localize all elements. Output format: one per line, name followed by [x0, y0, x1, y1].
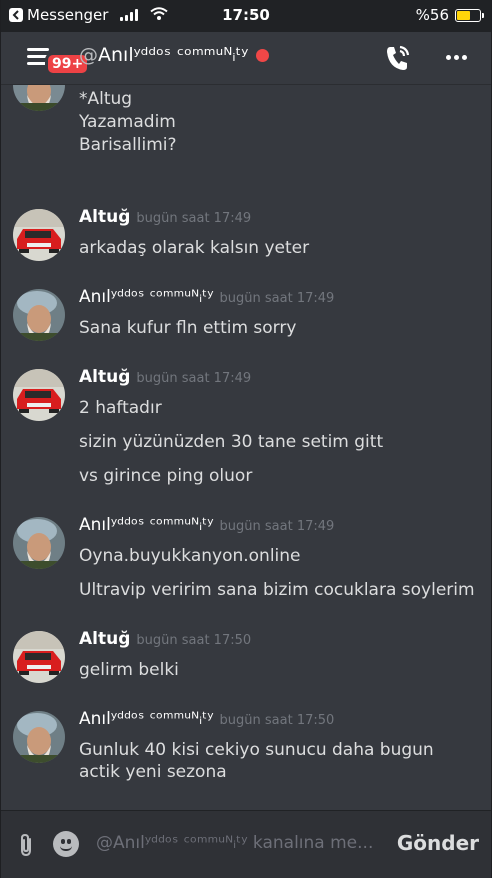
- message-text: vs girince ping oluor: [79, 466, 253, 486]
- message-header: Anılʸᵈᵈᵒˢ ᶜᵒᵐᵐᵘᴺᵢᵗʸ bugün saat 17:50: [79, 709, 334, 729]
- message-text: Ultravip veririm sana bizim cocuklara so…: [79, 580, 475, 600]
- message-list: *Altug Yazamadim Barisallimi? Altuğ bugü…: [1, 85, 491, 810]
- message-text: Barisallimi?: [79, 135, 177, 155]
- channel-title[interactable]: @ Anılʸᵈᵈᵒˢ ᶜᵒᵐᵐᵘᴺᵢᵗʸ: [79, 44, 270, 66]
- avatar[interactable]: [13, 209, 65, 261]
- message-text: gelirm belki: [79, 660, 179, 680]
- avatar[interactable]: [13, 711, 65, 763]
- message-text: Gunluk 40 kisi cekiyo sunucu daha bugun …: [79, 740, 434, 782]
- message-header: Anılʸᵈᵈᵒˢ ᶜᵒᵐᵐᵘᴺᵢᵗʸ bugün saat 17:49: [79, 287, 334, 307]
- channel-header: 99+ @ Anılʸᵈᵈᵒˢ ᶜᵒᵐᵐᵘᴺᵢᵗʸ: [1, 32, 491, 85]
- avatar[interactable]: [13, 517, 65, 569]
- message-text: arkadaş olarak kalsın yeter: [79, 238, 310, 258]
- avatar[interactable]: [13, 289, 65, 341]
- battery-icon: [455, 8, 484, 22]
- message-composer: @Anılʸᵈᵈᵒˢ ᶜᵒᵐᵐᵘᴺᵢᵗʸ kanalına me... Gönd…: [1, 810, 491, 878]
- message-header: Altuğ bugün saat 17:49: [79, 367, 251, 387]
- phone-screen: Messenger 17:50 %56 99+ @ Anılʸᵈᵈᵒˢ ᶜᵒᵐᵐ…: [0, 0, 492, 878]
- avatar[interactable]: [13, 85, 65, 111]
- message-text: sizin yüzünüzden 30 tane setim gitt: [79, 432, 384, 452]
- attachment-icon[interactable]: [17, 833, 35, 861]
- emoji-icon[interactable]: [53, 831, 79, 857]
- message-text: Oyna.buyukkanyon.online: [79, 546, 301, 566]
- status-bar: Messenger 17:50 %56: [1, 0, 491, 32]
- message-input[interactable]: @Anılʸᵈᵈᵒˢ ᶜᵒᵐᵐᵘᴺᵢᵗʸ kanalına me...: [96, 833, 401, 853]
- battery-percent: %56: [415, 6, 449, 24]
- message-text: *Altug: [79, 89, 133, 109]
- phone-call-icon[interactable]: [385, 44, 411, 76]
- send-button[interactable]: Gönder: [397, 831, 479, 855]
- author-name[interactable]: Anılʸᵈᵈᵒˢ ᶜᵒᵐᵐᵘᴺᵢᵗʸ: [79, 515, 214, 535]
- author-name[interactable]: Altuğ: [79, 207, 130, 227]
- timestamp: bugün saat 17:49: [219, 519, 335, 534]
- message-text: Sana kufur fln ettim sorry: [79, 318, 297, 338]
- at-sign: @: [79, 44, 98, 66]
- author-name[interactable]: Altuğ: [79, 367, 130, 387]
- author-name[interactable]: Anılʸᵈᵈᵒˢ ᶜᵒᵐᵐᵘᴺᵢᵗʸ: [79, 709, 214, 729]
- timestamp: bugün saat 17:50: [219, 713, 335, 728]
- message-header: Altuğ bugün saat 17:49: [79, 207, 251, 227]
- timestamp: bugün saat 17:49: [136, 211, 252, 226]
- message-text: 2 haftadır: [79, 398, 162, 418]
- author-name[interactable]: Anılʸᵈᵈᵒˢ ᶜᵒᵐᵐᵘᴺᵢᵗʸ: [79, 287, 214, 307]
- avatar[interactable]: [13, 369, 65, 421]
- timestamp: bugün saat 17:49: [136, 371, 252, 386]
- message-text: Yazamadim: [79, 112, 176, 132]
- battery-fill: [457, 10, 471, 20]
- message-header: Altuğ bugün saat 17:50: [79, 629, 251, 649]
- battery-group: %56: [415, 6, 484, 24]
- more-icon[interactable]: [446, 55, 467, 60]
- timestamp: bugün saat 17:49: [219, 291, 335, 306]
- avatar[interactable]: [13, 631, 65, 683]
- timestamp: bugün saat 17:50: [136, 633, 252, 648]
- author-name[interactable]: Altuğ: [79, 629, 130, 649]
- message-header: Anılʸᵈᵈᵒˢ ᶜᵒᵐᵐᵘᴺᵢᵗʸ bugün saat 17:49: [79, 515, 334, 535]
- channel-name: Anılʸᵈᵈᵒˢ ᶜᵒᵐᵐᵘᴺᵢᵗʸ: [98, 44, 249, 66]
- dnd-status-dot: [256, 48, 270, 62]
